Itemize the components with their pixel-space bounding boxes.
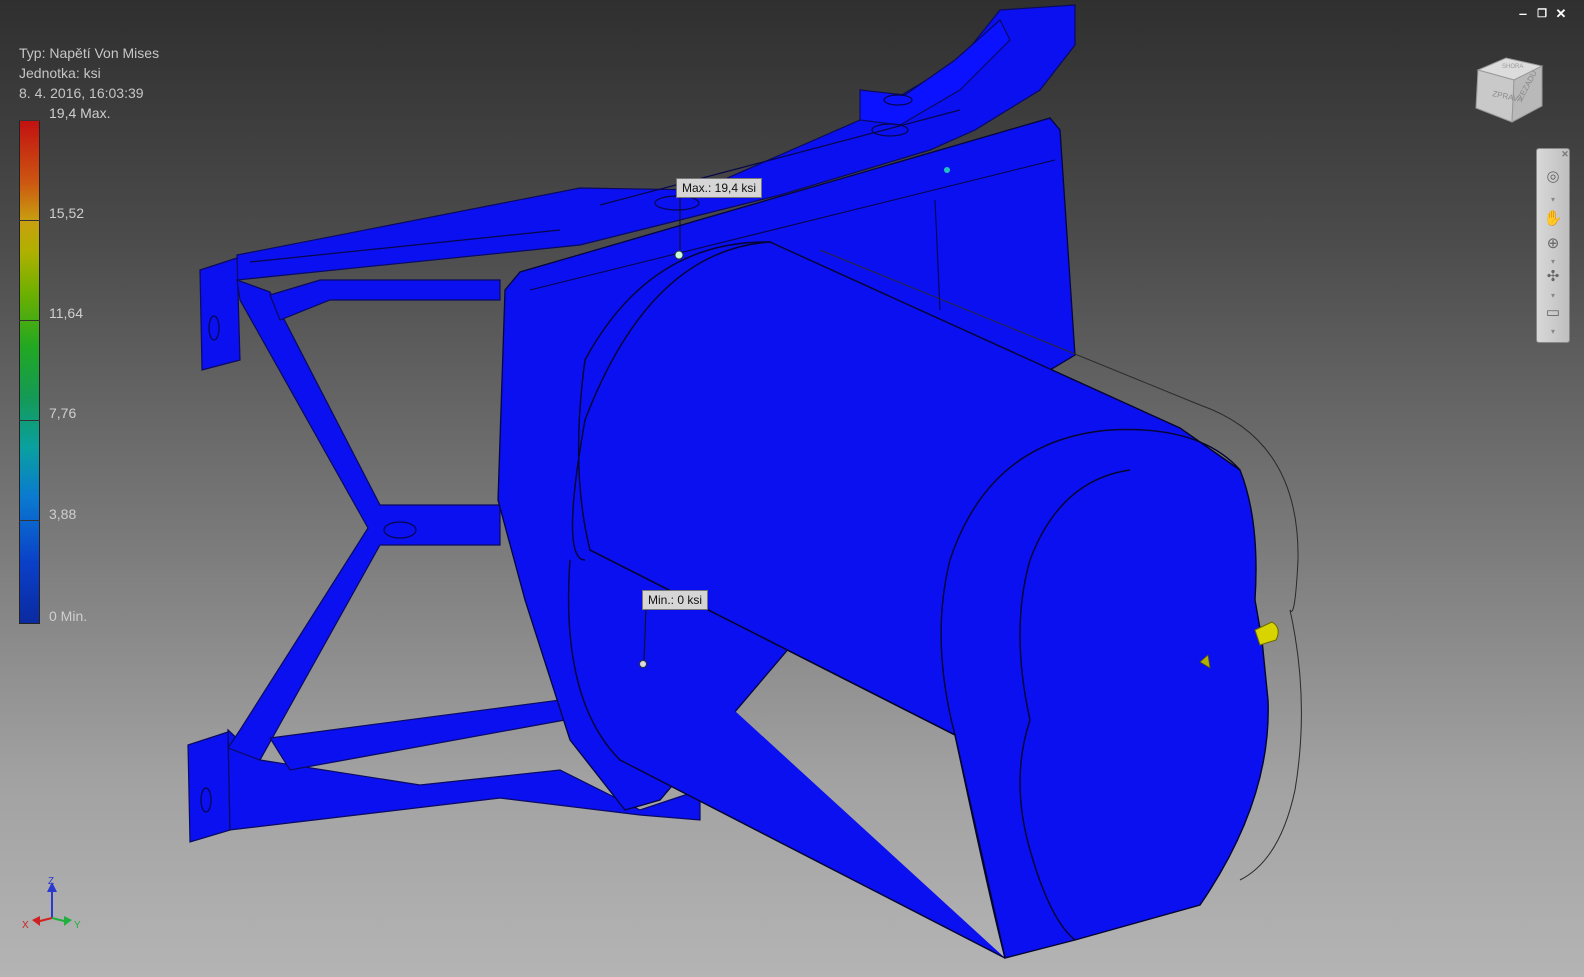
legend-type: Typ: Napětí Von Mises xyxy=(19,45,160,61)
legend-color-bar xyxy=(19,120,40,624)
axis-y-label: Y xyxy=(74,920,81,931)
max-probe-marker[interactable] xyxy=(674,250,684,260)
legend-date: 8. 4. 2016, 16:03:39 xyxy=(19,85,144,101)
chevron-down-icon[interactable]: ▾ xyxy=(1547,291,1559,300)
legend-tick xyxy=(19,420,40,421)
navbar-options-icon[interactable]: ▾ xyxy=(1547,327,1559,336)
model-viewport[interactable] xyxy=(0,0,1584,977)
min-probe-marker[interactable] xyxy=(639,660,647,668)
chevron-down-icon[interactable]: ▾ xyxy=(1547,195,1559,204)
legend-unit: Jednotka: ksi xyxy=(19,65,101,81)
pan-icon[interactable]: ✋ xyxy=(1543,209,1563,229)
axis-triad: Z X Y xyxy=(22,876,81,931)
steering-wheel-icon[interactable]: ◎ xyxy=(1543,167,1563,187)
stress-hotspot xyxy=(944,167,950,173)
legend-label: 11,64 xyxy=(49,305,83,321)
zoom-icon[interactable]: ⊕ xyxy=(1543,234,1563,254)
navigation-bar: ✕ ◎ ▾ ✋ ⊕ ▾ ✣ ▾ ▭ ▾ xyxy=(1536,148,1570,343)
legend-label: 15,52 xyxy=(49,205,85,221)
max-probe-label[interactable]: Max.: 19,4 ksi xyxy=(676,178,763,198)
legend-label: 3,88 xyxy=(49,506,77,522)
axis-x-label: X xyxy=(22,920,29,931)
minimize-button[interactable]: ‒ xyxy=(1515,6,1531,21)
chevron-down-icon[interactable]: ▾ xyxy=(1547,257,1559,266)
legend-label-min: 0 Min. xyxy=(49,608,88,624)
legend-tick xyxy=(19,520,40,521)
min-probe-label[interactable]: Min.: 0 ksi xyxy=(642,590,709,610)
restore-button[interactable]: ❐ xyxy=(1534,7,1550,20)
look-at-icon[interactable]: ▭ xyxy=(1543,303,1563,323)
axis-z-label: Z xyxy=(48,876,54,887)
navbar-close-icon[interactable]: ✕ xyxy=(1557,149,1573,160)
legend-tick xyxy=(19,320,40,321)
viewcube[interactable]: ZPRAVA ZEZADU SHORA xyxy=(1472,52,1548,128)
orbit-icon[interactable]: ✣ xyxy=(1543,267,1563,287)
legend-label: 7,76 xyxy=(49,405,77,421)
viewcube-face-top[interactable]: SHORA xyxy=(1502,64,1523,70)
legend-tick xyxy=(19,120,40,121)
legend-tick xyxy=(19,220,40,221)
close-button[interactable]: ✕ xyxy=(1553,6,1569,22)
legend-label-max: 19,4 Max. xyxy=(49,105,111,121)
